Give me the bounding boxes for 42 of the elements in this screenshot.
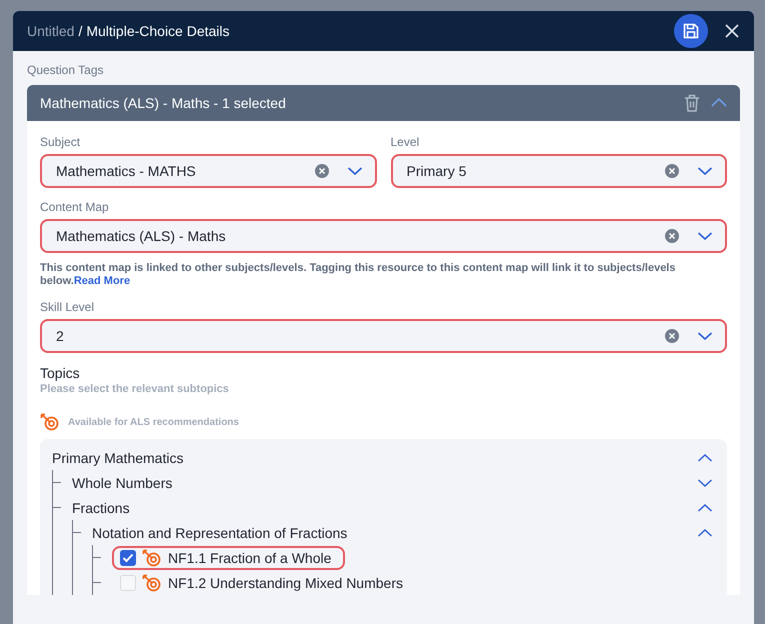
clear-icon[interactable]	[665, 329, 679, 343]
chevron-up-icon[interactable]	[697, 528, 713, 538]
checkbox[interactable]	[120, 550, 136, 566]
select-field[interactable]: Mathematics (ALS) - Maths	[40, 219, 727, 253]
section-label: Question Tags	[27, 63, 104, 77]
chevron-down-icon[interactable]	[697, 331, 713, 341]
breadcrumb-link[interactable]: Untitled	[27, 23, 74, 39]
chevron-down-icon[interactable]	[346, 166, 362, 176]
read-more-link[interactable]: Read More	[74, 275, 130, 287]
topic-label[interactable]: Notation and Representation of Fractions	[92, 524, 697, 540]
chevron-up-icon[interactable]	[697, 502, 713, 512]
content-map-note: This content map is linked to other subjects/levels. Tagging this resource to this content map will link it to subjects/levels below.Read More	[40, 262, 676, 288]
topic-label[interactable]: Whole Numbers	[72, 474, 697, 490]
dialog-title: Multiple-Choice Details	[86, 23, 230, 39]
topics-hint: Please select the relevant subtopics	[40, 383, 230, 395]
subtopic-item[interactable]: NF1.2 Understanding Mixed Numbers	[112, 570, 417, 594]
field-label: Skill Level	[40, 300, 96, 314]
chevron-down-icon[interactable]	[697, 478, 713, 488]
subtopic-item[interactable]: NF1.1 Fraction of a Whole	[112, 546, 346, 570]
chevron-up-icon[interactable]	[697, 452, 713, 462]
tag-group-title: Mathematics (ALS) - Maths - 1 selected	[40, 95, 287, 111]
field-label: Content Map	[40, 200, 110, 214]
trash-icon[interactable]	[684, 94, 700, 112]
target-icon	[40, 413, 60, 431]
select-field[interactable]: 2	[40, 319, 727, 353]
close-icon[interactable]	[724, 23, 740, 39]
tag-group-header[interactable]: Mathematics (ALS) - Maths - 1 selected	[27, 85, 740, 121]
select-field[interactable]: Mathematics - MATHS	[40, 154, 376, 188]
topic-label[interactable]: Primary Mathematics	[52, 450, 697, 466]
legend-text: Available for ALS recommendations	[68, 416, 239, 428]
field-label: Level	[390, 135, 420, 149]
clear-icon[interactable]	[314, 164, 328, 178]
topic-label[interactable]: Fractions	[72, 500, 697, 516]
chevron-down-icon[interactable]	[697, 166, 713, 176]
select-field[interactable]: Primary 5	[390, 154, 727, 188]
breadcrumb-separator: /	[78, 23, 82, 39]
field-label: Subject	[40, 135, 82, 149]
clear-icon[interactable]	[665, 164, 679, 178]
save-button[interactable]	[674, 14, 708, 48]
clear-icon[interactable]	[665, 229, 679, 243]
chevron-down-icon[interactable]	[697, 231, 713, 241]
topics-title: Topics	[40, 365, 81, 381]
